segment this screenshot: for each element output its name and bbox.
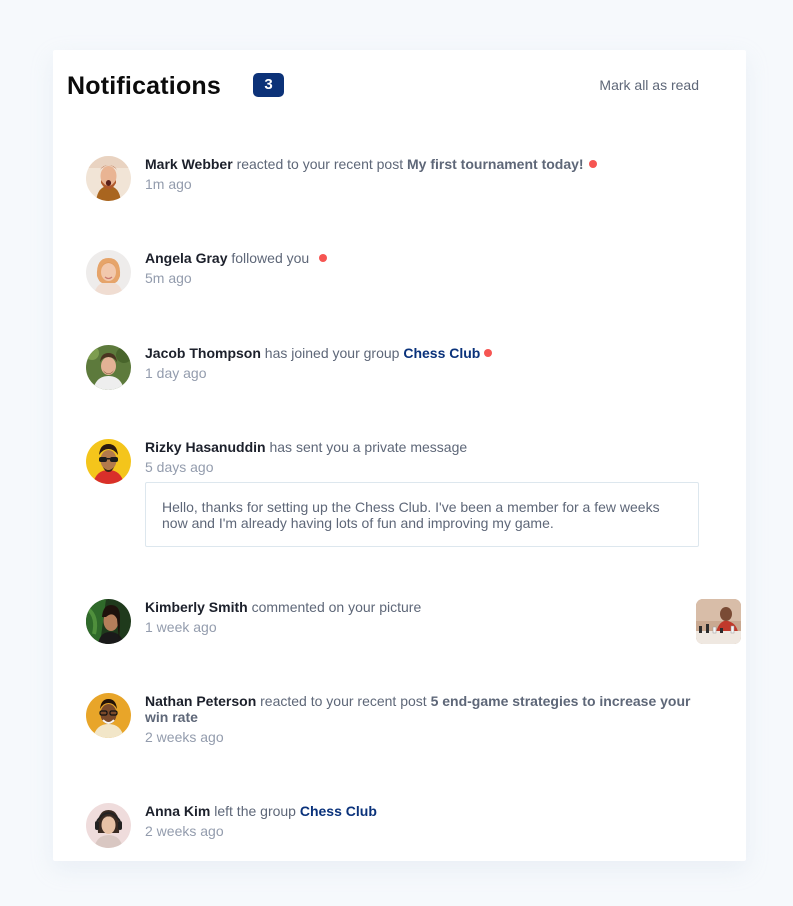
unread-dot: [484, 349, 493, 357]
notification-time: 1 day ago: [145, 365, 207, 381]
notification-time: 2 weeks ago: [145, 823, 224, 839]
chess-picture-icon: [696, 599, 741, 644]
notification-text: Jacob Thompson has joined your group Che…: [145, 345, 716, 361]
avatar-rizky-hasanuddin-icon: [86, 439, 131, 484]
unread-count-badge: 3: [253, 73, 284, 97]
avatar-jacob-thompson-icon: [86, 345, 131, 390]
unread-dot: [319, 254, 328, 262]
notification-action: has sent you a private message: [269, 439, 468, 455]
notification-text: Anna Kim left the group Chess Club: [145, 803, 716, 819]
user-name[interactable]: Jacob Thompson: [145, 345, 261, 361]
notification-content: Mark Webber reacted to your recent post …: [145, 156, 716, 192]
post-link[interactable]: My first tournament today!: [407, 156, 584, 172]
notification-action: commented on your picture: [251, 599, 422, 615]
avatar[interactable]: [86, 250, 131, 295]
group-link[interactable]: Chess Club: [403, 345, 480, 361]
notification-time: 1m ago: [145, 176, 192, 192]
avatar-angela-gray-icon: [86, 250, 131, 295]
avatar-mark-webber-icon: [86, 156, 131, 201]
notification-content: Angela Gray followed you 5m ago: [145, 250, 716, 286]
notification-action: reacted to your recent post: [260, 693, 427, 709]
avatar[interactable]: [86, 439, 131, 484]
private-message-preview[interactable]: Hello, thanks for setting up the Chess C…: [145, 482, 699, 547]
notification-text: Nathan Peterson reacted to your recent p…: [145, 693, 716, 725]
avatar[interactable]: [86, 599, 131, 644]
user-name[interactable]: Anna Kim: [145, 803, 210, 819]
page-title: Notifications: [67, 72, 221, 100]
user-name[interactable]: Kimberly Smith: [145, 599, 248, 615]
notification-action: followed you: [231, 250, 310, 266]
avatar[interactable]: [86, 345, 131, 390]
notification-time: 5 days ago: [145, 459, 214, 475]
avatar[interactable]: [86, 156, 131, 201]
avatar-anna-kim-icon: [86, 803, 131, 848]
avatar[interactable]: [86, 693, 131, 738]
notification-action: has joined your group: [264, 345, 400, 361]
user-name[interactable]: Nathan Peterson: [145, 693, 256, 709]
avatar[interactable]: [86, 803, 131, 848]
mark-all-as-read-button[interactable]: Mark all as read: [599, 77, 699, 94]
notification-text: Kimberly Smith commented on your picture: [145, 599, 716, 615]
notifications-card: Notifications 3 Mark all as read Mark We…: [53, 50, 746, 861]
group-link[interactable]: Chess Club: [300, 803, 377, 819]
notification-time: 1 week ago: [145, 619, 217, 635]
notification-action: reacted to your recent post: [236, 156, 404, 172]
notification-text: Rizky Hasanuddin has sent you a private …: [145, 439, 716, 455]
user-name[interactable]: Angela Gray: [145, 250, 227, 266]
notification-content: Nathan Peterson reacted to your recent p…: [145, 693, 716, 745]
user-name[interactable]: Mark Webber: [145, 156, 233, 172]
notification-content: Anna Kim left the group Chess Club 2 wee…: [145, 803, 716, 839]
unread-dot: [588, 160, 597, 168]
notification-content: Kimberly Smith commented on your picture…: [145, 599, 716, 635]
notification-text: Mark Webber reacted to your recent post …: [145, 156, 716, 172]
avatar-kimberly-smith-icon: [86, 599, 131, 644]
user-name[interactable]: Rizky Hasanuddin: [145, 439, 266, 455]
notifications-header: Notifications 3 Mark all as read: [67, 70, 746, 102]
notification-content: Jacob Thompson has joined your group Che…: [145, 345, 716, 381]
notification-text: Angela Gray followed you: [145, 250, 716, 266]
commented-picture-thumbnail[interactable]: [696, 599, 741, 644]
notification-content: Rizky Hasanuddin has sent you a private …: [145, 439, 716, 547]
notification-time: 2 weeks ago: [145, 729, 224, 745]
notification-action: left the group: [214, 803, 296, 819]
avatar-nathan-peterson-icon: [86, 693, 131, 738]
notification-time: 5m ago: [145, 270, 192, 286]
